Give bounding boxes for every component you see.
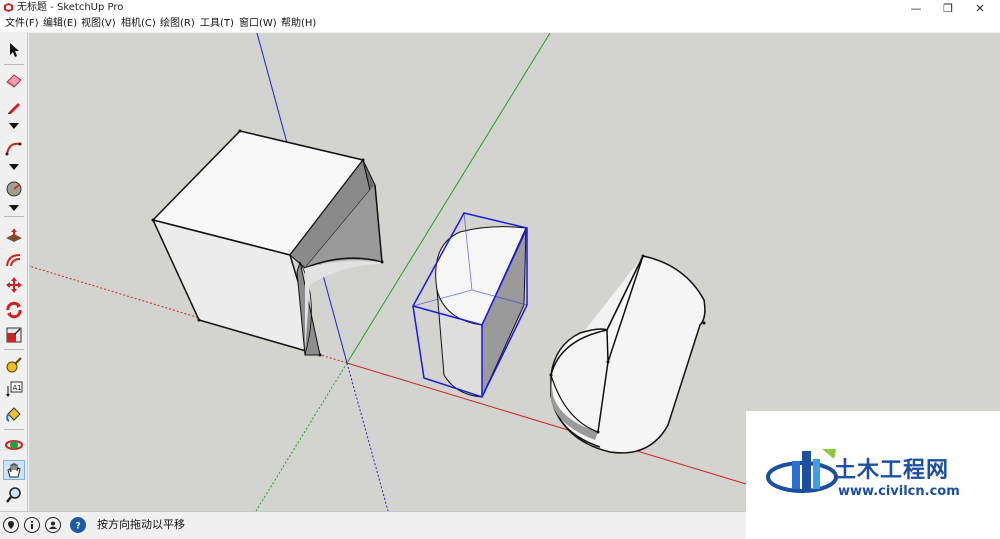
- menu-help[interactable]: 帮助(H): [281, 17, 316, 30]
- arrow-cursor-icon: [10, 43, 19, 57]
- geo-location-icon[interactable]: [3, 517, 19, 533]
- menu-edit[interactable]: 编辑(E): [43, 17, 77, 30]
- offset-icon: [6, 254, 21, 267]
- watermark-title: 土木工程网: [834, 458, 950, 483]
- cylinder-with-cut[interactable]: [549, 254, 706, 454]
- shape-tool-dropdown[interactable]: [8, 204, 20, 212]
- paint-bucket-tool[interactable]: [3, 405, 25, 425]
- rotate-tool[interactable]: [3, 300, 25, 320]
- triangle-down-icon: [9, 123, 19, 129]
- blue-axis-negative: [346, 362, 389, 511]
- move-tool[interactable]: [3, 275, 25, 295]
- text-tool[interactable]: A1: [3, 379, 25, 399]
- menu-bar: 文件(F) 编辑(E) 视图(V) 相机(C) 绘图(R) 工具(T) 窗口(W…: [0, 16, 1000, 32]
- sketchup-window: 无标题 - SketchUp Pro — ❐ ✕ 文件(F) 编辑(E) 视图(…: [0, 0, 1000, 539]
- cube-with-arc-cut[interactable]: [151, 129, 384, 357]
- watermark-url: www.civilcn.com: [838, 484, 960, 499]
- arc-icon: [5, 142, 22, 156]
- orbit-tool[interactable]: [3, 435, 25, 455]
- line-tool-dropdown[interactable]: [8, 122, 20, 130]
- civilcn-watermark: 土木工程网 www.civilcn.com: [746, 411, 1000, 539]
- red-axis: [346, 362, 747, 485]
- scale-tool[interactable]: [3, 325, 25, 345]
- status-message: 按方向拖动以平移: [97, 518, 185, 531]
- left-toolbar: A1: [0, 33, 28, 511]
- triangle-down-icon: [9, 205, 19, 211]
- eraser-icon: [6, 74, 22, 88]
- toolbar-separator: [4, 349, 24, 350]
- magnifier-icon: [6, 487, 21, 503]
- minimize-button[interactable]: —: [900, 0, 932, 16]
- restore-button[interactable]: ❐: [932, 0, 964, 16]
- menu-camera[interactable]: 相机(C): [121, 17, 156, 30]
- window-title: 无标题 - SketchUp Pro: [17, 2, 124, 13]
- pencil-icon: [8, 103, 20, 114]
- help-icon[interactable]: ?: [70, 517, 86, 533]
- push-pull-icon: [6, 229, 22, 242]
- arc-tool-dropdown[interactable]: [8, 163, 20, 171]
- text-tool-label: A1: [13, 384, 22, 392]
- move-icon: [6, 277, 22, 293]
- shape-tool[interactable]: [3, 179, 25, 199]
- push-pull-tool[interactable]: [3, 226, 25, 246]
- toolbar-separator: [4, 64, 24, 65]
- arc-tool[interactable]: [3, 138, 25, 158]
- menu-view[interactable]: 视图(V): [81, 17, 116, 30]
- toolbar-separator: [4, 429, 24, 430]
- user-account-icon[interactable]: [45, 517, 61, 533]
- zoom-tool[interactable]: [3, 485, 25, 505]
- menu-window[interactable]: 窗口(W): [239, 17, 277, 30]
- svg-text:?: ?: [76, 522, 81, 531]
- scale-icon: [6, 327, 22, 343]
- line-tool[interactable]: [3, 97, 25, 117]
- tape-measure-tool[interactable]: [3, 355, 25, 375]
- selected-half-cylinder[interactable]: [411, 212, 529, 398]
- select-tool[interactable]: [3, 40, 25, 60]
- triangle-down-icon: [9, 164, 19, 170]
- eraser-tool[interactable]: [3, 70, 25, 90]
- sketchup-logo-icon: [4, 3, 13, 12]
- toolbar-separator: [4, 216, 24, 217]
- menu-tools[interactable]: 工具(T): [200, 17, 234, 30]
- paint-bucket-icon: [6, 407, 21, 422]
- hand-icon: [7, 463, 21, 478]
- text-icon: A1: [6, 381, 23, 397]
- green-axis-negative: [255, 362, 348, 511]
- tape-measure-icon: [6, 357, 22, 373]
- title-bar: 无标题 - SketchUp Pro — ❐ ✕: [0, 0, 1000, 16]
- pan-tool[interactable]: [3, 460, 25, 480]
- menu-file[interactable]: 文件(F): [5, 17, 39, 30]
- close-button[interactable]: ✕: [964, 0, 996, 16]
- shape-icon: [6, 181, 22, 197]
- orbit-icon: [5, 440, 23, 450]
- credits-info-icon[interactable]: [24, 517, 40, 533]
- menu-draw[interactable]: 绘图(R): [160, 17, 195, 30]
- rotate-icon: [6, 301, 22, 319]
- offset-tool[interactable]: [3, 250, 25, 270]
